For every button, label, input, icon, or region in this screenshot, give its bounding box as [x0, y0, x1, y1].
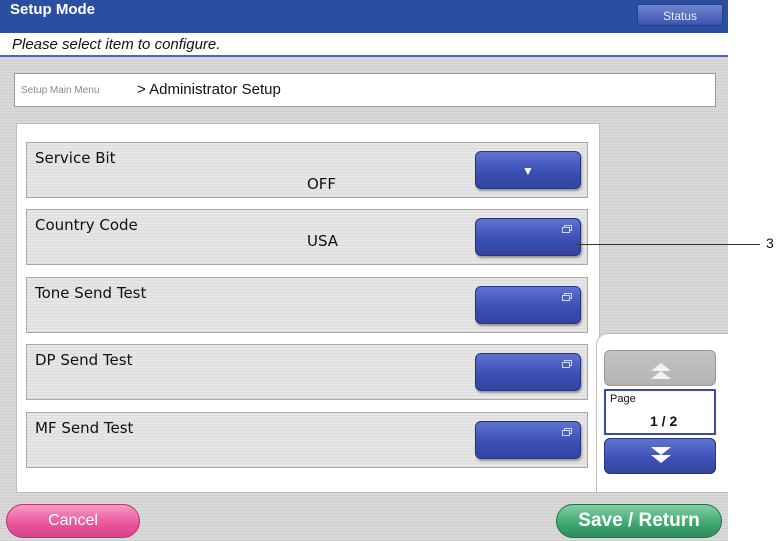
mf-send-test-button[interactable] — [475, 421, 581, 459]
title-bar: Setup Mode Status — [0, 0, 728, 33]
item-value: USA — [307, 232, 339, 250]
country-code-button[interactable] — [475, 218, 581, 256]
item-country-code: Country Code USA — [26, 209, 588, 265]
window-icon — [562, 293, 572, 301]
window-icon — [562, 360, 572, 368]
item-value: OFF — [307, 175, 337, 193]
page-label: Page — [610, 393, 636, 405]
callout-number: 3 — [766, 235, 774, 251]
dp-send-test-button[interactable] — [475, 353, 581, 391]
callout-line — [575, 244, 760, 245]
breadcrumb-parent[interactable]: Setup Main Menu — [21, 85, 99, 96]
window-icon — [562, 225, 572, 233]
page-up-button[interactable] — [604, 350, 716, 386]
double-chevron-up-icon — [651, 363, 671, 379]
save-return-button[interactable]: Save / Return — [556, 504, 722, 538]
breadcrumb-current: > Administrator Setup — [137, 81, 281, 98]
screen-title: Setup Mode — [10, 1, 95, 18]
item-label: MF Send Test — [35, 419, 134, 437]
item-label: Service Bit — [35, 149, 116, 167]
status-button[interactable]: Status — [637, 4, 723, 26]
item-label: Country Code — [35, 216, 138, 234]
page-value: 1 / 2 — [650, 413, 678, 429]
item-mf-send-test: MF Send Test — [26, 412, 588, 468]
prompt-text: Please select item to configure. — [12, 36, 221, 53]
item-label: DP Send Test — [35, 351, 133, 369]
window-icon — [562, 428, 572, 436]
cancel-button[interactable]: Cancel — [6, 504, 140, 538]
item-label: Tone Send Test — [35, 284, 147, 302]
tone-send-test-button[interactable] — [475, 286, 581, 324]
page-down-button[interactable] — [604, 438, 716, 474]
prompt-bar: Please select item to configure. — [0, 33, 728, 57]
item-tone-send-test: Tone Send Test — [26, 277, 588, 333]
breadcrumb: Setup Main Menu > Administrator Setup — [14, 73, 716, 107]
page-indicator: Page 1 / 2 — [604, 389, 716, 435]
dropdown-arrow-icon: ▼ — [522, 164, 534, 178]
double-chevron-down-icon — [651, 447, 671, 463]
item-service-bit: Service Bit OFF ▼ — [26, 142, 588, 198]
service-bit-dropdown-button[interactable]: ▼ — [475, 151, 581, 189]
setup-screen: Setup Mode Status Please select item to … — [0, 0, 728, 541]
item-dp-send-test: DP Send Test — [26, 344, 588, 400]
